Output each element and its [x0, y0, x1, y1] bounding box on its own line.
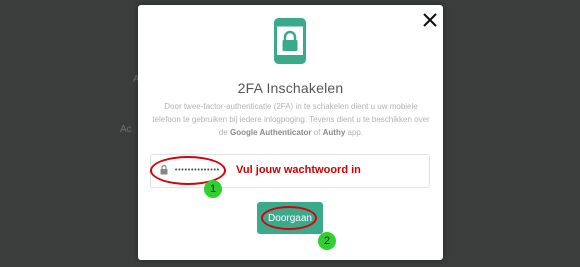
app-name-google: Google Authenticator	[230, 128, 312, 137]
app-name-authy: Authy	[322, 128, 346, 137]
modal-title: 2FA Inschakelen	[237, 80, 344, 96]
description-text: app.	[345, 128, 364, 137]
description-text: of	[311, 128, 323, 137]
phone-lock-icon	[274, 18, 306, 64]
background-fragment: Ac	[120, 124, 132, 135]
modal-description: Door twee-factor-authenticatie (2FA) in …	[150, 100, 432, 139]
step-badge-1: 1	[204, 180, 222, 198]
step-badge-2: 2	[318, 232, 336, 250]
close-icon[interactable]	[422, 12, 438, 28]
password-hint-annotation: Vul jouw wachtwoord in	[236, 164, 361, 176]
continue-annotation-ellipse	[261, 206, 317, 230]
